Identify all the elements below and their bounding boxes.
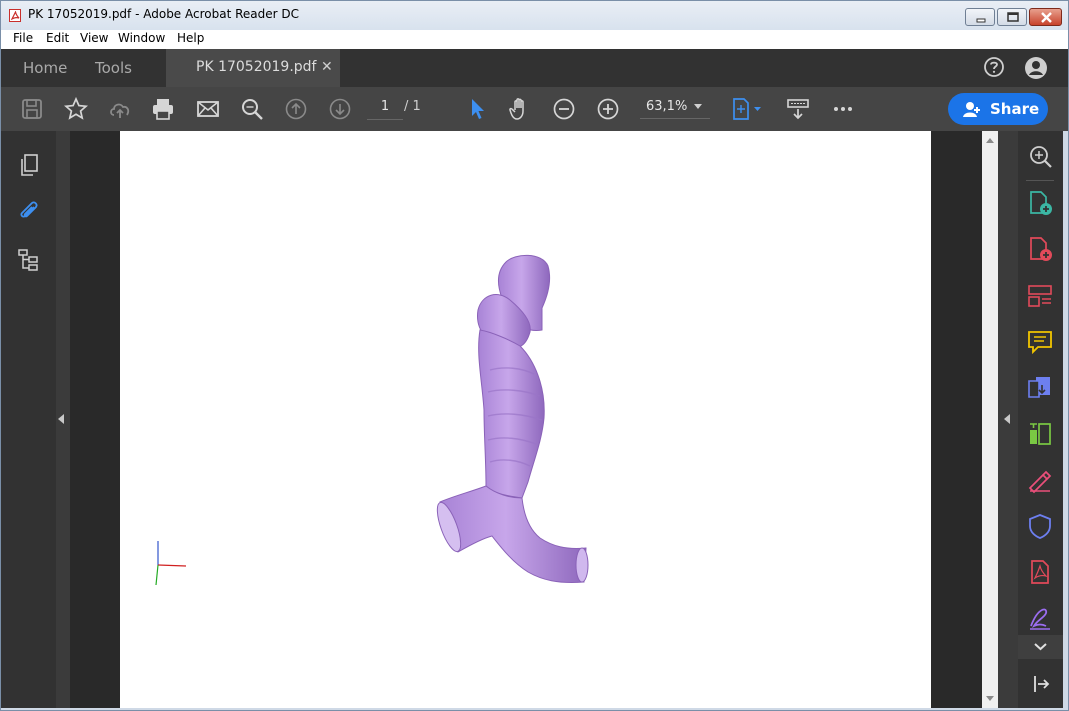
zoom-dropdown-caret-icon[interactable]: [694, 104, 702, 109]
maximize-button[interactable]: [997, 8, 1027, 26]
minimize-button[interactable]: [965, 8, 995, 26]
acrobat-pdf-icon: [9, 9, 21, 22]
bookmark-star-icon[interactable]: [58, 87, 94, 131]
menu-file[interactable]: File: [13, 31, 33, 45]
bookmarks-tree-icon[interactable]: [17, 247, 41, 273]
page-down-icon[interactable]: [322, 87, 358, 131]
page-number-input[interactable]: 1: [367, 95, 403, 120]
more-tools-toggle[interactable]: [1018, 635, 1063, 659]
export-pdf-icon[interactable]: [1026, 373, 1054, 401]
comment-icon[interactable]: [1026, 328, 1054, 356]
menu-view[interactable]: View: [80, 31, 108, 45]
add-user-icon: [963, 102, 980, 117]
zoom-in-icon[interactable]: [590, 87, 626, 131]
share-button[interactable]: Share: [948, 93, 1048, 125]
scroll-up-arrow-icon[interactable]: [986, 138, 994, 143]
menu-help[interactable]: Help: [177, 31, 204, 45]
print-icon[interactable]: [145, 87, 181, 131]
email-icon[interactable]: [190, 87, 226, 131]
select-arrow-icon[interactable]: [458, 87, 494, 131]
share-label: Share: [990, 100, 1040, 118]
vertical-scrollbar[interactable]: [982, 131, 998, 708]
minimize-icon: [976, 18, 986, 23]
menu-window[interactable]: Window: [118, 31, 165, 45]
attachments-icon[interactable]: [17, 199, 41, 225]
page-total: / 1: [404, 99, 421, 114]
close-icon: [1041, 12, 1052, 23]
more-icon[interactable]: [825, 87, 861, 131]
upload-cloud-icon[interactable]: [102, 87, 138, 131]
tab-document-label: PK 17052019.pdf: [196, 59, 317, 75]
pdf-file-icon[interactable]: [1026, 558, 1054, 586]
protect-icon[interactable]: [1026, 512, 1054, 540]
create-pdf-icon[interactable]: [1026, 189, 1054, 217]
fit-page-icon[interactable]: [724, 87, 770, 131]
tab-tools[interactable]: Tools: [95, 59, 132, 77]
tab-document[interactable]: PK 17052019.pdf ✕: [166, 49, 340, 87]
scroll-down-arrow-icon[interactable]: [986, 696, 994, 701]
chevron-down-icon: [1034, 643, 1047, 651]
save-icon[interactable]: [14, 87, 50, 131]
3d-model-image[interactable]: [430, 250, 600, 594]
zoom-out-icon[interactable]: [546, 87, 582, 131]
account-avatar-icon[interactable]: [1024, 56, 1048, 80]
page-up-icon[interactable]: [278, 87, 314, 131]
expand-panel-icon[interactable]: [1026, 670, 1054, 698]
search-zoom-icon[interactable]: [234, 87, 270, 131]
window-right-edge: [1063, 131, 1068, 708]
tab-bar: [1, 49, 1068, 87]
pages-icon[interactable]: [17, 153, 41, 179]
tab-home[interactable]: Home: [23, 59, 67, 77]
rail-divider: [1026, 180, 1054, 181]
combine-files-icon[interactable]: [1026, 235, 1054, 263]
close-tab-icon[interactable]: ✕: [321, 59, 333, 75]
edit-pdf-icon[interactable]: [1026, 420, 1054, 448]
zoom-search-icon[interactable]: [1026, 142, 1054, 170]
sign-pen-icon[interactable]: [1026, 604, 1054, 632]
menu-edit[interactable]: Edit: [46, 31, 69, 45]
organize-pages-icon[interactable]: [1026, 282, 1054, 310]
read-mode-icon[interactable]: [780, 87, 816, 131]
close-window-button[interactable]: [1029, 8, 1062, 26]
fill-sign-icon[interactable]: [1026, 466, 1054, 494]
axis-triad-icon: [150, 535, 190, 591]
collapse-left-panel-icon[interactable]: [58, 414, 64, 424]
help-icon[interactable]: [983, 56, 1005, 78]
window-title: PK 17052019.pdf - Adobe Acrobat Reader D…: [28, 7, 300, 21]
collapse-right-panel-icon[interactable]: [1004, 414, 1010, 424]
hand-tool-icon[interactable]: [502, 87, 538, 131]
restore-icon: [1007, 12, 1019, 22]
